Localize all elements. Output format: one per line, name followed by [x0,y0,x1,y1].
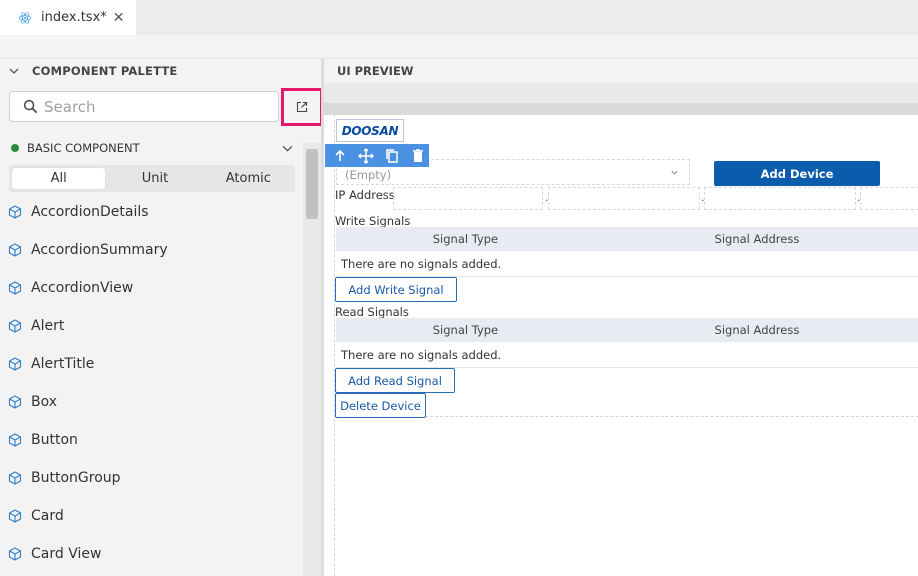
scrollbar-thumb[interactable] [306,149,318,219]
write-signals-label: Write Signals [335,214,411,228]
list-item[interactable]: Card View [0,535,303,573]
status-dot [11,144,19,152]
close-icon[interactable]: ✕ [113,10,125,26]
component-list: AccordionDetails AccordionSummary Accord… [0,193,303,573]
cube-icon [8,433,22,447]
add-read-signal-button[interactable]: Add Read Signal [335,368,455,393]
ui-preview-panel: UI PREVIEW DOOSAN (Empty) Add Device IP … [324,59,918,576]
cube-icon [8,205,22,219]
component-name: AccordionView [31,280,134,296]
read-signals-label: Read Signals [335,305,409,319]
chevron-down-icon[interactable] [282,143,293,154]
ip-address-label: IP Address [335,188,395,202]
component-name: ButtonGroup [31,470,121,486]
write-signals-header: Signal Type Signal Address [336,227,918,251]
component-name: Alert [31,318,65,334]
filter-unit[interactable]: Unit [108,165,201,192]
search-box[interactable] [9,91,279,122]
list-item[interactable]: AccordionDetails [0,193,303,231]
preview-title: UI PREVIEW [337,64,414,78]
component-name: Box [31,394,58,410]
external-link-icon [296,101,308,113]
cube-icon [8,395,22,409]
ip-octet-1[interactable] [393,187,543,210]
move-icon[interactable] [357,147,375,165]
cube-icon [8,357,22,371]
cube-icon [8,319,22,333]
add-device-button[interactable]: Add Device [714,161,880,186]
list-item[interactable]: Box [0,383,303,421]
cube-icon [8,471,22,485]
component-palette: COMPONENT PALETTE BASIC COMPONENT All Un… [0,59,323,576]
trash-icon[interactable] [409,147,427,165]
popout-button[interactable] [281,88,323,126]
column-signal-address: Signal Address [714,232,800,246]
filter-atomic[interactable]: Atomic [202,165,295,192]
copy-icon[interactable] [383,147,401,165]
read-signals-empty: There are no signals added. [336,342,918,368]
section-label: BASIC COMPONENT [27,141,140,155]
select-value: (Empty) [345,168,392,182]
doosan-logo: DOOSAN [336,119,404,142]
component-name: AlertTitle [31,356,95,372]
component-name: AccordionDetails [31,204,149,220]
write-signals-empty: There are no signals added. [336,251,918,277]
list-item[interactable]: AlertTitle [0,345,303,383]
section-basic-component[interactable]: BASIC COMPONENT [0,137,303,159]
palette-header[interactable]: COMPONENT PALETTE [0,59,321,83]
tab-label: index.tsx* [41,10,107,25]
ip-octet-2[interactable] [548,187,700,210]
filter-tabs: All Unit Atomic [9,165,295,192]
editor-tab-bar: index.tsx* ✕ [0,0,918,35]
selection-toolbar [325,144,429,167]
list-item[interactable]: AccordionView [0,269,303,307]
react-icon [18,11,32,24]
cube-icon [8,547,22,561]
add-write-signal-button[interactable]: Add Write Signal [335,277,457,302]
ip-octet-3[interactable] [704,187,856,210]
search-input[interactable] [44,97,264,116]
cube-icon [8,281,22,295]
arrow-up-icon[interactable] [331,147,349,165]
list-item[interactable]: Alert [0,307,303,345]
preview-canvas: DOOSAN (Empty) Add Device IP Address . .… [325,115,918,576]
device-frame[interactable]: DOOSAN (Empty) Add Device IP Address . .… [325,115,918,418]
preview-header: UI PREVIEW [324,59,918,83]
list-item[interactable]: Button [0,421,303,459]
ip-octet-4[interactable] [860,187,918,210]
column-signal-type: Signal Type [432,323,499,337]
component-name: Card View [31,546,102,562]
list-item[interactable]: Card [0,497,303,535]
chevron-down-icon [671,170,678,175]
cube-icon [8,243,22,257]
list-item[interactable]: AccordionSummary [0,231,303,269]
list-item[interactable]: ButtonGroup [0,459,303,497]
chevron-down-icon[interactable] [9,66,19,76]
component-name: AccordionSummary [31,242,168,258]
delete-device-button[interactable]: Delete Device [335,393,426,418]
tab-index-tsx[interactable]: index.tsx* ✕ [0,0,136,35]
filter-all[interactable]: All [12,168,106,189]
column-signal-address: Signal Address [714,323,800,337]
editor-subbar [0,35,918,59]
search-icon [23,99,38,114]
palette-title: COMPONENT PALETTE [32,64,178,78]
preview-ruler [324,83,918,103]
preview-ruler-strip [324,103,918,115]
read-signals-header: Signal Type Signal Address [336,318,918,342]
component-name: Card [31,508,64,524]
cube-icon [8,509,22,523]
palette-scrollbar[interactable] [303,143,321,576]
component-name: Button [31,432,78,448]
column-signal-type: Signal Type [432,232,499,246]
